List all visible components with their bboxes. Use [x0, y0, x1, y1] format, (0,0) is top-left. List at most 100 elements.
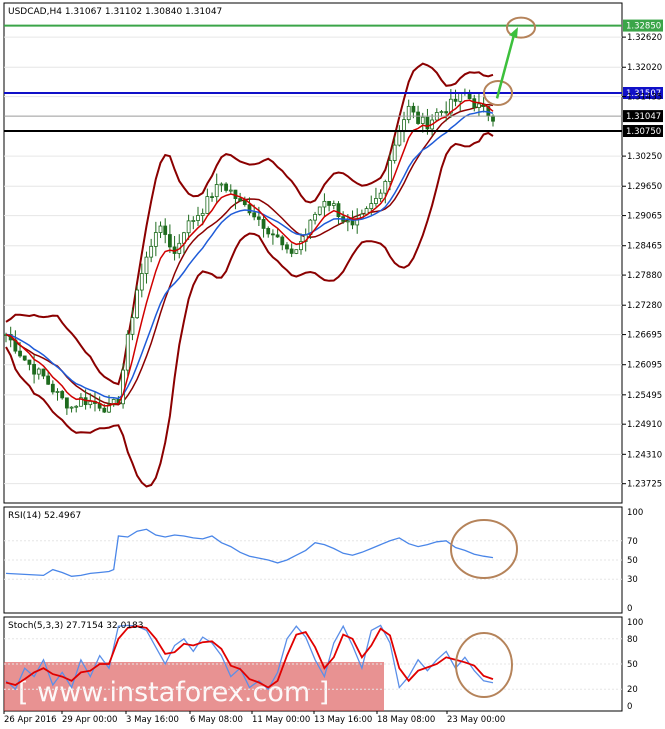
candle-body — [327, 200, 332, 206]
time-tick-label: 23 May 00:00 — [447, 715, 505, 725]
candle-body — [266, 228, 271, 235]
time-tick-label: 18 May 08:00 — [377, 715, 435, 725]
price-tick-label: 1.27280 — [627, 301, 662, 311]
price-tick-label: 1.24310 — [627, 450, 662, 460]
candle-body — [322, 200, 327, 208]
candle-body — [378, 192, 383, 199]
price-tick-label: 1.32020 — [627, 63, 662, 73]
watermark-text: [ www.instaforex.com ] — [18, 677, 329, 708]
rsi-title: RSI(14) 52.4967 — [8, 511, 81, 521]
candle-body — [345, 220, 350, 223]
candle-body — [210, 196, 214, 198]
candle-body — [144, 256, 149, 274]
candle-body — [130, 317, 135, 335]
candle-body — [247, 204, 252, 214]
candle-body — [224, 183, 228, 191]
stoch-tick-label: 80 — [627, 635, 638, 645]
candle-body — [200, 213, 205, 216]
price-tick-label: 1.31435 — [627, 93, 662, 103]
candle-body — [88, 401, 93, 406]
candle-body — [477, 103, 481, 108]
candle-body — [289, 248, 294, 254]
candle-body — [74, 405, 79, 408]
candle-body — [256, 216, 261, 220]
candle-body — [214, 184, 219, 198]
candle-body — [139, 273, 144, 291]
candle-body — [420, 116, 425, 124]
candle-body — [374, 198, 378, 204]
candle-body — [411, 105, 416, 113]
price-tick-label: 1.24910 — [627, 420, 662, 430]
candle-body — [135, 289, 140, 319]
candle-body — [313, 213, 317, 221]
level-label: 1.30750 — [626, 127, 661, 137]
candle-body — [383, 181, 388, 194]
candle-body — [228, 189, 233, 192]
candle-body — [388, 160, 392, 182]
time-tick-label: 6 May 08:00 — [190, 715, 243, 725]
candle-body — [425, 116, 430, 130]
price-tick-label: 1.23725 — [627, 480, 662, 490]
price-tick-label: 1.28465 — [627, 242, 662, 252]
candle-body — [50, 383, 55, 393]
candle-body — [275, 234, 280, 238]
candle-body — [336, 203, 341, 218]
candle-body — [18, 350, 22, 357]
candle-body — [453, 98, 458, 102]
time-tick-label: 11 May 00:00 — [252, 715, 310, 725]
time-tick-label: 26 Apr 2016 — [4, 715, 57, 725]
usdcad-chart: 1.328501.315071.310471.30750 1.326201.32… — [0, 0, 665, 729]
candle-body — [402, 119, 406, 133]
candle-body — [242, 200, 247, 206]
stoch-tick-label: 50 — [627, 660, 638, 670]
candle-body — [294, 249, 299, 254]
candle-body — [167, 234, 172, 248]
candle-body — [32, 363, 36, 375]
candle-body — [397, 131, 402, 146]
candle-body — [364, 208, 369, 215]
candle-body — [458, 92, 463, 102]
price-tick-label: 1.27880 — [627, 271, 662, 281]
candle-body — [252, 212, 257, 218]
candle-body — [317, 206, 322, 215]
candle-body — [41, 368, 46, 377]
candle-body — [285, 244, 289, 250]
candle-body — [55, 391, 60, 393]
candle-body — [158, 225, 163, 233]
candle-body — [186, 220, 191, 234]
candle-body — [238, 198, 243, 202]
candle-body — [491, 115, 495, 122]
candle-body — [219, 183, 224, 186]
candle-body — [392, 144, 397, 161]
time-tick-label: 29 Apr 00:00 — [62, 715, 117, 725]
price-tick-label: 1.26095 — [627, 361, 662, 371]
candle-body — [350, 220, 355, 226]
candle-body — [261, 219, 266, 229]
price-tick-label: 1.30250 — [627, 152, 662, 162]
candle-body — [60, 391, 65, 399]
price-tick-label: 1.26695 — [627, 331, 662, 341]
candle-body — [153, 232, 158, 247]
stoch-tick-label: 20 — [627, 685, 638, 695]
stoch-tick-label: 100 — [627, 618, 643, 628]
candle-body — [69, 406, 74, 409]
stoch-title: Stoch(5,3,3) 27.7154 32.0183 — [8, 621, 143, 631]
candle-body — [196, 215, 200, 221]
candle-body — [27, 359, 32, 365]
stoch-tick-label: 0 — [627, 702, 632, 712]
candle-body — [439, 111, 444, 113]
candle-body — [149, 245, 154, 258]
time-tick-label: 3 May 16:00 — [126, 715, 179, 725]
candle-body — [416, 111, 420, 124]
price-tick-label: 1.29650 — [627, 182, 662, 192]
candle-body — [121, 369, 125, 405]
candle-body — [280, 236, 285, 246]
rsi-tick-label: 70 — [627, 537, 638, 547]
price-title: USDCAD,H4 1.31067 1.31102 1.30840 1.3104… — [8, 7, 222, 17]
price-tick-label: 1.29065 — [627, 212, 662, 222]
candle-body — [22, 355, 27, 361]
price-tick-label: 1.32620 — [627, 33, 662, 43]
rsi-tick-label: 100 — [627, 508, 643, 518]
level-label: 1.32850 — [626, 22, 661, 32]
candle-body — [46, 375, 51, 385]
